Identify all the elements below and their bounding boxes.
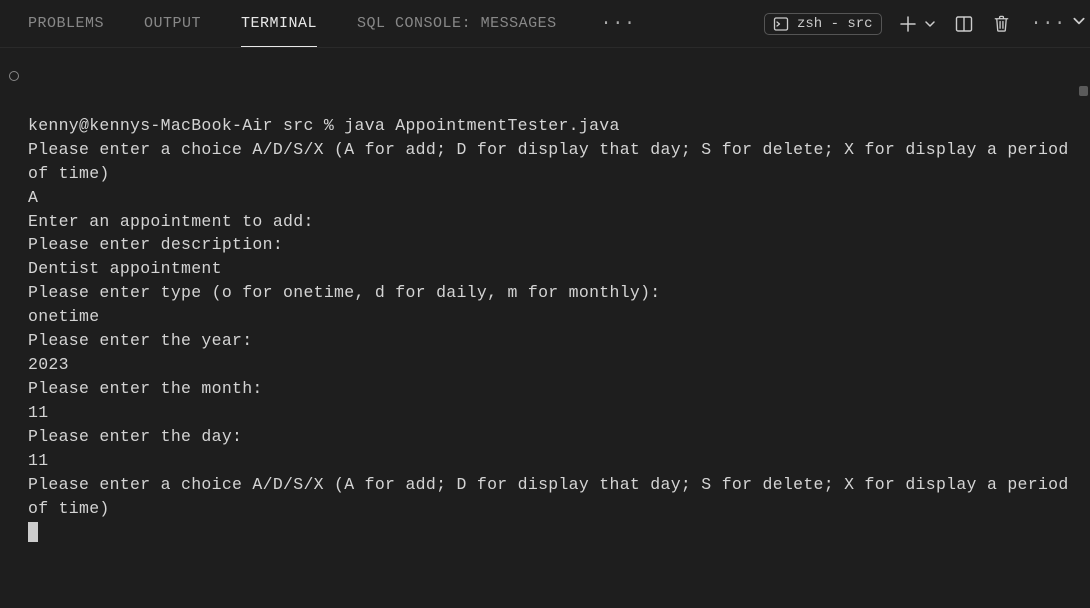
terminal-icon <box>773 16 789 32</box>
tab-problems[interactable]: PROBLEMS <box>28 1 104 46</box>
terminal-line: 11 <box>28 403 48 422</box>
terminal-line: Please enter type (o for onetime, d for … <box>28 283 661 302</box>
terminal-line: Please enter a choice A/D/S/X (A for add… <box>28 140 1079 183</box>
chevron-down-icon[interactable] <box>1072 14 1086 33</box>
split-terminal-button[interactable] <box>952 12 976 36</box>
terminal-cursor <box>28 522 38 542</box>
scrollbar[interactable] <box>1078 54 1088 594</box>
tab-output[interactable]: OUTPUT <box>144 1 201 46</box>
terminal-line: Enter an appointment to add: <box>28 212 314 231</box>
terminal-line: 11 <box>28 451 48 470</box>
scrollbar-thumb[interactable] <box>1079 86 1088 96</box>
tabs-container: PROBLEMS OUTPUT TERMINAL SQL CONSOLE: ME… <box>28 1 764 46</box>
terminal-line: A <box>28 188 38 207</box>
terminal-line: Please enter a choice A/D/S/X (A for add… <box>28 475 1079 518</box>
new-terminal-button[interactable] <box>896 12 920 36</box>
gutter-decoration-icon <box>9 71 19 81</box>
terminal-line: Please enter the year: <box>28 331 252 350</box>
new-terminal-dropdown-icon[interactable] <box>922 16 938 32</box>
terminal-line: Please enter the day: <box>28 427 242 446</box>
terminal-line: 2023 <box>28 355 69 374</box>
terminal-line: Please enter the month: <box>28 379 263 398</box>
tab-actions: zsh - src · <box>764 12 1070 36</box>
new-terminal-group <box>896 12 938 36</box>
tab-overflow-icon[interactable]: ··· <box>597 14 640 34</box>
terminal-line: Dentist appointment <box>28 259 222 278</box>
terminal-line: Please enter description: <box>28 235 283 254</box>
terminal-output[interactable]: kenny@kennys-MacBook-Air src % java Appo… <box>0 48 1090 562</box>
kill-terminal-button[interactable] <box>990 12 1013 35</box>
terminal-line: onetime <box>28 307 99 326</box>
tab-sql-console[interactable]: SQL CONSOLE: MESSAGES <box>357 1 557 46</box>
more-actions-icon[interactable]: ··· <box>1027 14 1070 34</box>
shell-picker[interactable]: zsh - src <box>764 13 882 35</box>
shell-label: zsh - src <box>797 16 873 32</box>
tab-terminal[interactable]: TERMINAL <box>241 1 317 47</box>
panel-tab-bar: PROBLEMS OUTPUT TERMINAL SQL CONSOLE: ME… <box>0 0 1090 48</box>
terminal-line: kenny@kennys-MacBook-Air src % java Appo… <box>28 116 620 135</box>
